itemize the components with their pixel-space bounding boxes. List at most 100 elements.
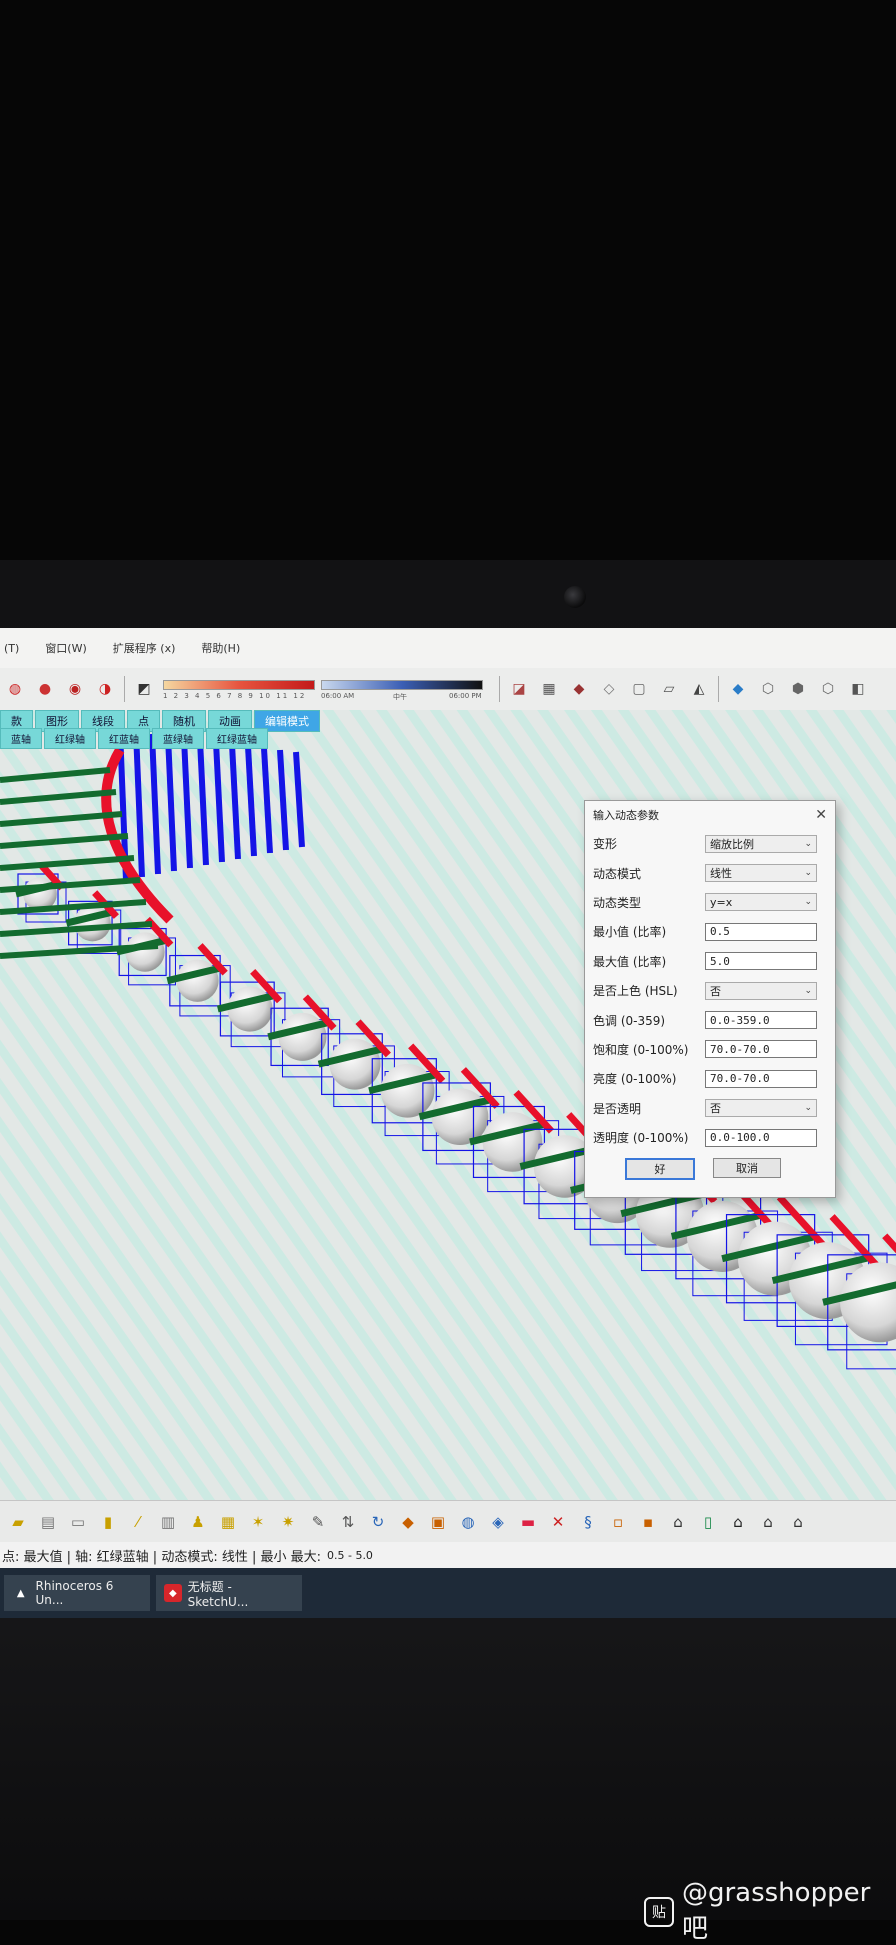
section-plane-icon[interactable]: ◪ <box>508 678 530 700</box>
menu-tools[interactable]: (T) <box>4 642 19 655</box>
style-xray-icon[interactable]: ◆ <box>568 678 590 700</box>
shadow-toolbar: ◍ ● ◉ ◑ ◩ 1 2 3 4 5 6 7 8 9 10 11 12 06:… <box>0 668 896 711</box>
zoom-window-icon[interactable]: ▫ <box>606 1510 630 1534</box>
tape-measure-icon[interactable]: ⇅ <box>336 1510 360 1534</box>
polygon-icon[interactable]: ✶ <box>246 1510 270 1534</box>
paint-icon[interactable]: ◍ <box>4 678 26 700</box>
field-label: 最小值 (比率) <box>593 925 667 940</box>
shadow-icon[interactable]: ◑ <box>94 678 116 700</box>
chevron-down-icon: ⌄ <box>804 1103 812 1114</box>
month-ticks: 1 2 3 4 5 6 7 8 9 10 11 12 <box>163 692 307 700</box>
axis-tab[interactable]: 红绿蓝轴 <box>206 728 268 749</box>
axis-tabs: 蓝轴 红绿轴 红蓝轴 蓝绿轴 红绿蓝轴 <box>0 728 268 749</box>
field-select[interactable]: 否 ⌄ <box>705 981 817 1000</box>
menu-bar: (T) 窗口(W) 扩展程序 (x) 帮助(H) <box>0 628 896 668</box>
field-input[interactable]: 0.5 <box>705 922 817 941</box>
material-icon[interactable]: ● <box>34 678 56 700</box>
taskbar-rhino[interactable]: ▲ Rhinoceros 6 Un... <box>4 1575 150 1611</box>
view-right-icon[interactable]: ⬡ <box>817 678 839 700</box>
axis-tab[interactable]: 红蓝轴 <box>98 728 150 749</box>
building-icon[interactable]: ⌂ <box>786 1510 810 1534</box>
text-icon[interactable]: ▬ <box>516 1510 540 1534</box>
axis-tab[interactable]: 蓝绿轴 <box>152 728 204 749</box>
style-hidden-icon[interactable]: ▢ <box>628 678 650 700</box>
arc-icon[interactable]: ▦ <box>216 1510 240 1534</box>
sphere <box>227 986 273 1032</box>
menu-help[interactable]: 帮助(H) <box>201 640 240 656</box>
chevron-down-icon: ⌄ <box>804 868 812 879</box>
field-value: 否 <box>710 984 721 998</box>
scale-icon[interactable]: ▣ <box>426 1510 450 1534</box>
field-input[interactable]: 5.0 <box>705 952 817 971</box>
field-label: 是否透明 <box>593 1101 642 1116</box>
offset-icon[interactable]: ◈ <box>486 1510 510 1534</box>
dynamic-params-dialog: 输入动态参数 ✕ 变形 缩放比例 ⌄ 动态模式 线性 ⌄ 动态类型 y=x ⌄ 最小值 (比率) 0… <box>584 800 836 1198</box>
select-icon[interactable]: ▰ <box>6 1510 30 1534</box>
warehouse-icon[interactable]: ⌂ <box>666 1510 690 1534</box>
field-label: 是否上色 (HSL) <box>593 984 678 999</box>
time-start: 06:00 AM <box>321 692 355 700</box>
line-icon[interactable]: ⁄ <box>126 1510 150 1534</box>
menu-window[interactable]: 窗口(W) <box>45 640 86 656</box>
view-top-icon[interactable]: ⬡ <box>757 678 779 700</box>
field-label: 亮度 (0-100%) <box>593 1072 677 1087</box>
pencil-icon[interactable]: ✎ <box>306 1510 330 1534</box>
field-input[interactable]: 0.0-100.0 <box>705 1128 817 1147</box>
extension-icon[interactable]: ▯ <box>696 1510 720 1534</box>
dialog-row: 亮度 (0-100%) 70.0-70.0 <box>585 1064 835 1093</box>
field-select[interactable]: 缩放比例 ⌄ <box>705 834 817 853</box>
box-icon[interactable]: ◩ <box>133 678 155 700</box>
axis-tab[interactable]: 蓝轴 <box>0 728 42 749</box>
view-back-icon[interactable]: ◧ <box>847 678 869 700</box>
chevron-down-icon: ⌄ <box>804 897 812 908</box>
style-texture-icon[interactable]: ◭ <box>688 678 710 700</box>
paint-bucket-icon[interactable]: ▮ <box>96 1510 120 1534</box>
eraser-icon[interactable]: ▭ <box>66 1510 90 1534</box>
view-front-icon[interactable]: ⬢ <box>787 678 809 700</box>
circle-icon[interactable]: ♟ <box>186 1510 210 1534</box>
field-value: y=x <box>710 895 733 909</box>
month-slider[interactable]: 1 2 3 4 5 6 7 8 9 10 11 12 <box>163 674 315 704</box>
watermark-text: @grasshopper吧 <box>681 1878 871 1944</box>
dialog-titlebar: 输入动态参数 ✕ <box>585 801 835 829</box>
move-icon[interactable]: ◆ <box>396 1510 420 1534</box>
field-select[interactable]: 线性 ⌄ <box>705 864 817 883</box>
push-pull-icon[interactable]: ✷ <box>276 1510 300 1534</box>
component-icon[interactable]: ▤ <box>36 1510 60 1534</box>
menu-extensions[interactable]: 扩展程序 (x) <box>113 640 176 656</box>
time-slider[interactable]: 06:00 AM 中午 06:00 PM <box>321 674 491 704</box>
field-label: 饱和度 (0-100%) <box>593 1042 689 1057</box>
status-text: 点: 最大值 | 轴: 红绿蓝轴 | 动态模式: 线性 | 最小 最大: <box>2 1549 321 1565</box>
zoom-extents-icon[interactable]: ▪ <box>636 1510 660 1534</box>
rectangle-icon[interactable]: ▥ <box>156 1510 180 1534</box>
section-cut-icon[interactable]: ▦ <box>538 678 560 700</box>
axes-icon[interactable]: ✕ <box>546 1510 570 1534</box>
view-iso-icon[interactable]: ◆ <box>727 678 749 700</box>
house-icon[interactable]: ⌂ <box>756 1510 780 1534</box>
orbit-icon[interactable]: § <box>576 1510 600 1534</box>
taskbar-sketchup[interactable]: ◆ 无标题 - SketchU... <box>156 1575 302 1611</box>
field-label: 最大值 (比率) <box>593 954 667 969</box>
follow-me-icon[interactable]: ◍ <box>456 1510 480 1534</box>
field-input[interactable]: 70.0-70.0 <box>705 1040 817 1059</box>
field-input[interactable]: 70.0-70.0 <box>705 1069 817 1088</box>
field-select[interactable]: y=x ⌄ <box>705 893 817 912</box>
sphere-icon[interactable]: ◉ <box>64 678 86 700</box>
chevron-down-icon: ⌄ <box>804 985 812 996</box>
taskbar-sketchup-label: 无标题 - SketchU... <box>187 1579 249 1609</box>
dialog-row: 透明度 (0-100%) 0.0-100.0 <box>585 1123 835 1152</box>
cancel-button[interactable]: 取消 <box>713 1158 781 1179</box>
axis-tab[interactable]: 红绿轴 <box>44 728 96 749</box>
ok-button[interactable]: 好 <box>625 1158 695 1181</box>
home-icon[interactable]: ⌂ <box>726 1510 750 1534</box>
field-input[interactable]: 0.0-359.0 <box>705 1011 817 1030</box>
field-value: 线性 <box>710 867 732 881</box>
sketchup-icon: ◆ <box>164 1584 182 1602</box>
field-select[interactable]: 否 ⌄ <box>705 1099 817 1118</box>
rotate-icon[interactable]: ↻ <box>366 1510 390 1534</box>
sphere <box>278 1012 327 1061</box>
close-icon[interactable]: ✕ <box>815 807 827 823</box>
style-wireframe-icon[interactable]: ◇ <box>598 678 620 700</box>
style-shaded-icon[interactable]: ▱ <box>658 678 680 700</box>
time-end: 06:00 PM <box>449 692 482 700</box>
